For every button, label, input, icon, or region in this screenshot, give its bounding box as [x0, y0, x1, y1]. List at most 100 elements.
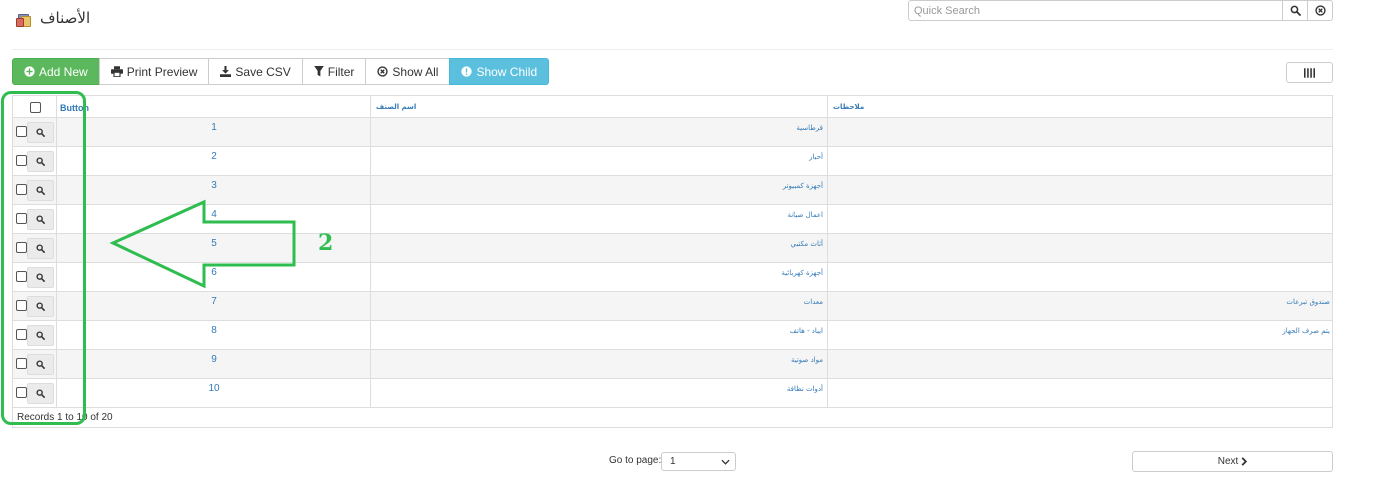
table-row: 9 مواد صوتية: [13, 350, 1332, 379]
download-icon: [220, 66, 232, 77]
search-icon: [36, 389, 45, 398]
row-name: أجهزة كمبيوتر: [782, 182, 823, 190]
filter-icon: [313, 66, 324, 77]
row-notes-cell: [828, 147, 1332, 175]
view-row-button[interactable]: [27, 209, 54, 230]
row-number-cell: 4: [57, 205, 371, 233]
row-checkbox[interactable]: [16, 329, 27, 340]
row-name-cell: أجهزة كمبيوتر: [371, 176, 828, 204]
table-row: 8 ايباد - هاتف يتم صرف الجهاز: [13, 321, 1332, 350]
table-row: 4 اعمال صيانة: [13, 205, 1332, 234]
search-icon: [36, 244, 45, 253]
row-notes-cell: صندوق تبرعات: [828, 292, 1332, 320]
annotation-number: 2: [318, 230, 334, 256]
row-name: أجهزة كهربائية: [781, 269, 823, 277]
search-icon: [1290, 5, 1301, 16]
clear-circle-icon: [1314, 5, 1326, 16]
view-row-button[interactable]: [27, 238, 54, 259]
row-name: اعمال صيانة: [787, 211, 823, 219]
table-row: 5 أثاث مكتبي: [13, 234, 1332, 263]
row-number-link[interactable]: 9: [57, 354, 371, 365]
row-checkbox[interactable]: [16, 358, 27, 369]
row-name: ايباد - هاتف: [789, 327, 823, 335]
clear-circle-icon: [377, 66, 389, 77]
row-number-link[interactable]: 1: [57, 122, 371, 133]
row-notes: صندوق تبرعات: [1286, 298, 1330, 306]
column-header-notes[interactable]: ملاحظات: [828, 96, 1332, 117]
row-checkbox[interactable]: [16, 300, 27, 311]
search-icon: [36, 157, 45, 166]
row-name-cell: أدوات نظافة: [371, 379, 828, 407]
show-child-button[interactable]: Show Child: [449, 58, 550, 85]
search-icon: [36, 331, 45, 340]
columns-icon: [1304, 67, 1315, 78]
column-chooser-button[interactable]: [1286, 62, 1333, 83]
goto-page-select[interactable]: 1: [661, 452, 736, 471]
row-name-cell: مواد صوتية: [371, 350, 828, 378]
row-number-cell: 7: [57, 292, 371, 320]
table-row: 3 أجهزة كمبيوتر: [13, 176, 1332, 205]
search-button[interactable]: [1282, 1, 1307, 20]
column-header-name[interactable]: اسم الصنف: [371, 96, 828, 117]
header-divider: [12, 49, 1333, 50]
table-row: 10 أدوات نظافة: [13, 379, 1332, 408]
view-row-button[interactable]: [27, 122, 54, 143]
row-name-cell: اعمال صيانة: [371, 205, 828, 233]
chevron-right-icon: [1241, 457, 1248, 466]
exclamation-circle-icon: [461, 66, 473, 77]
print-preview-button[interactable]: Print Preview: [98, 58, 210, 85]
row-number-cell: 2: [57, 147, 371, 175]
row-checkbox[interactable]: [16, 213, 27, 224]
view-row-button[interactable]: [27, 325, 54, 346]
row-notes-cell: [828, 379, 1332, 407]
row-name-cell: ايباد - هاتف: [371, 321, 828, 349]
row-checkbox[interactable]: [16, 387, 27, 398]
row-name: مواد صوتية: [790, 356, 823, 364]
row-number-link[interactable]: 10: [57, 383, 371, 394]
table-row: 2 أحبار: [13, 147, 1332, 176]
search-icon: [36, 128, 45, 137]
row-number-link[interactable]: 6: [57, 267, 371, 278]
show-all-button[interactable]: Show All: [365, 58, 451, 85]
view-row-button[interactable]: [27, 267, 54, 288]
view-row-button[interactable]: [27, 151, 54, 172]
row-number-cell: 8: [57, 321, 371, 349]
row-number-cell: 3: [57, 176, 371, 204]
select-all-checkbox[interactable]: [30, 102, 41, 113]
row-notes-cell: [828, 176, 1332, 204]
row-number-link[interactable]: 4: [57, 209, 371, 220]
clear-search-button[interactable]: [1307, 1, 1332, 20]
save-csv-button[interactable]: Save CSV: [208, 58, 303, 85]
view-row-button[interactable]: [27, 354, 54, 375]
search-input[interactable]: [909, 1, 1282, 20]
row-name-cell: معدات: [371, 292, 828, 320]
view-row-button[interactable]: [27, 180, 54, 201]
row-number-cell: 6: [57, 263, 371, 291]
search-icon: [36, 273, 45, 282]
row-checkbox[interactable]: [16, 155, 27, 166]
row-number-link[interactable]: 8: [57, 325, 371, 336]
row-checkbox[interactable]: [16, 184, 27, 195]
row-number-link[interactable]: 2: [57, 151, 371, 162]
row-notes-cell: [828, 205, 1332, 233]
next-page-button[interactable]: Next: [1132, 451, 1333, 472]
search-icon: [36, 302, 45, 311]
row-checkbox[interactable]: [16, 271, 27, 282]
filter-button[interactable]: Filter: [301, 58, 367, 85]
page-header: الأصناف: [16, 8, 90, 28]
view-row-button[interactable]: [27, 383, 54, 404]
row-number-cell: 9: [57, 350, 371, 378]
view-row-button[interactable]: [27, 296, 54, 317]
row-number-link[interactable]: 3: [57, 180, 371, 191]
column-header-button[interactable]: Button: [57, 96, 371, 117]
show-child-label: Show Child: [476, 64, 538, 79]
row-name: أثاث مكتبي: [790, 240, 823, 248]
row-name-cell: أثاث مكتبي: [371, 234, 828, 262]
row-checkbox[interactable]: [16, 126, 27, 137]
table-row: 6 أجهزة كهربائية: [13, 263, 1332, 292]
search-icon: [36, 360, 45, 369]
goto-page-value: 1: [670, 456, 676, 467]
row-checkbox[interactable]: [16, 242, 27, 253]
row-number-link[interactable]: 7: [57, 296, 371, 307]
add-new-button[interactable]: Add New: [12, 58, 100, 85]
